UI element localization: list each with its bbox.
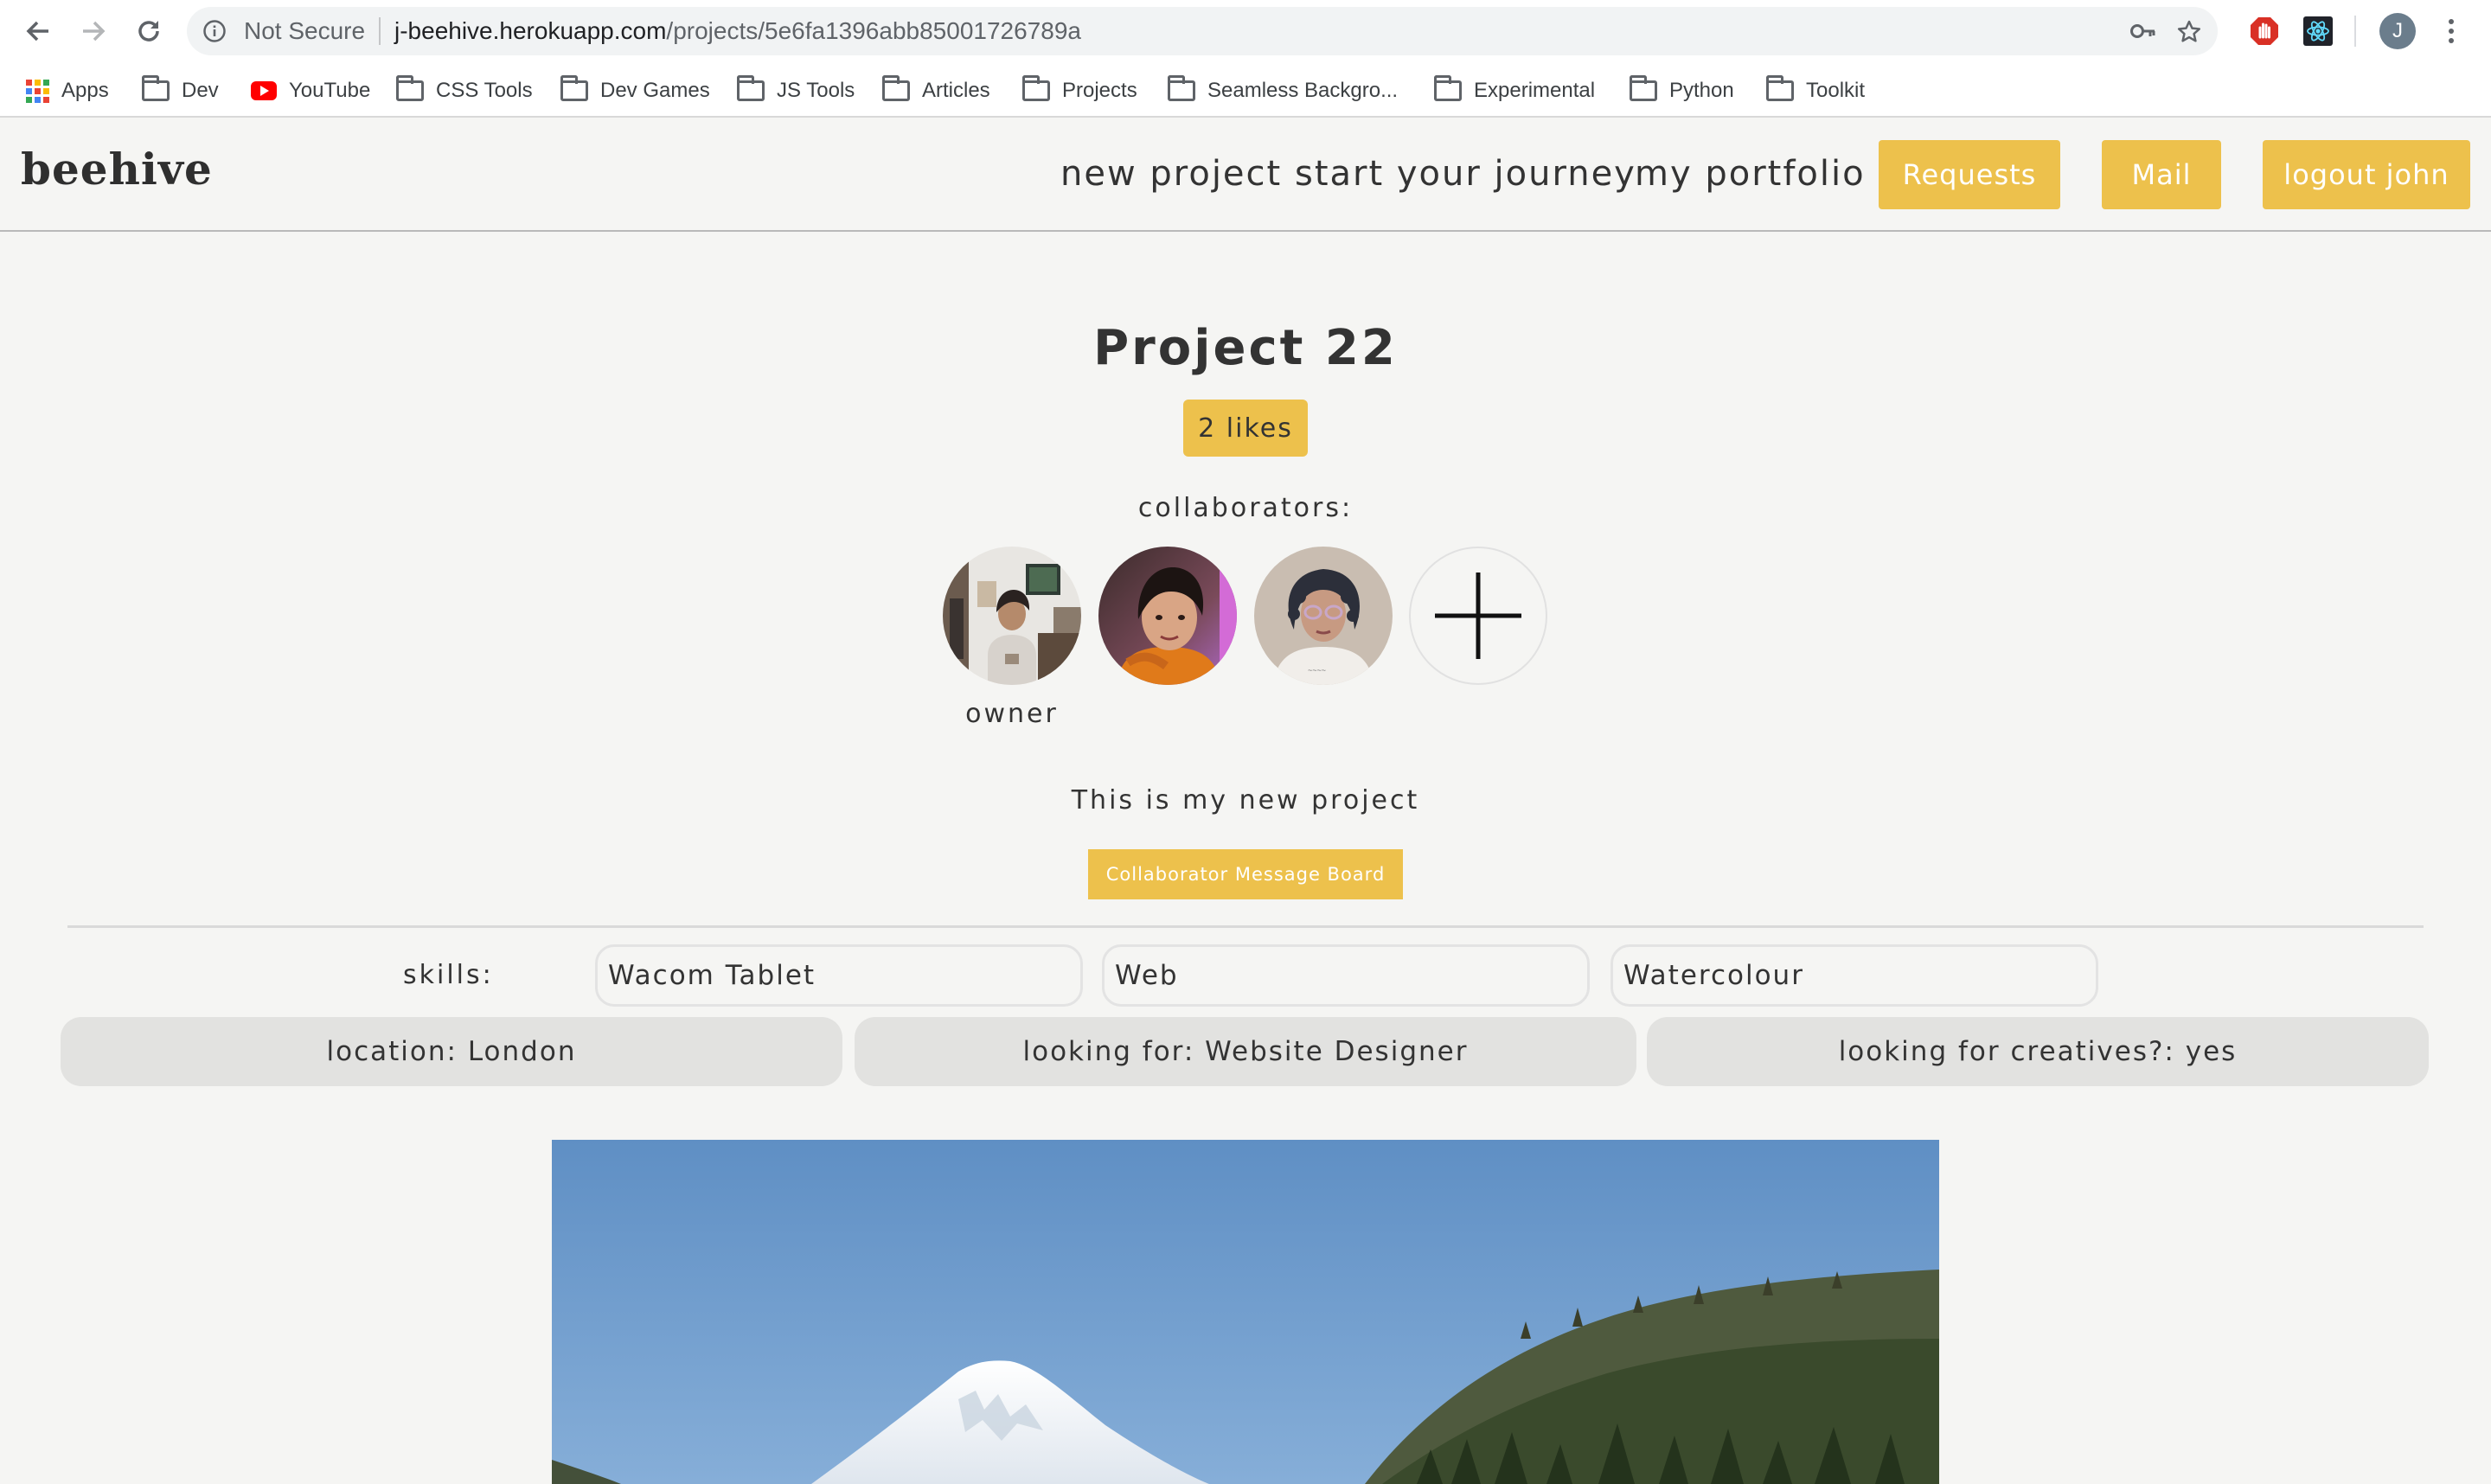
bookmark-label: JS Tools	[777, 79, 855, 102]
collaborator-photo	[1098, 547, 1237, 685]
adblock-extension[interactable]	[2247, 14, 2282, 48]
bookmark-apps[interactable]: Apps	[26, 76, 109, 106]
mountain-photo	[552, 1140, 1939, 1484]
info-icon[interactable]	[202, 19, 227, 43]
apps-grid-icon	[26, 79, 49, 103]
profile-avatar[interactable]: J	[2379, 13, 2416, 49]
toolbar-divider	[2354, 16, 2356, 47]
site-header: beehive new project start your journey m…	[0, 119, 2491, 232]
location-pill: location: London	[61, 1017, 842, 1086]
url-path: /projects/5e6fa1396abb85001726789a	[666, 17, 1081, 44]
url-text[interactable]: j-beehive.herokuapp.com/projects/5e6fa13…	[394, 19, 1081, 43]
bookmark-label: Python	[1669, 79, 1734, 102]
project-page: Project 22 2 likes collaborators: ~~~~ o…	[0, 233, 2491, 1484]
key-icon[interactable]	[2129, 19, 2157, 43]
bookmark-dev-games[interactable]: Dev Games	[560, 75, 710, 106]
skill-tag: Watercolour	[1611, 944, 2098, 1007]
add-collaborator-button[interactable]	[1409, 547, 1547, 685]
bookmark-projects[interactable]: Projects	[1022, 75, 1137, 106]
bookmark-label: Experimental	[1474, 79, 1596, 102]
folder-icon	[1434, 75, 1462, 101]
project-image	[552, 1140, 1939, 1484]
nav-my-portfolio[interactable]: my portfolio	[1635, 154, 1866, 194]
requests-button[interactable]: Requests	[1879, 140, 2060, 209]
reload-icon	[138, 21, 159, 42]
react-atom-icon	[2303, 16, 2333, 46]
collaborator-photo: ~~~~	[1254, 547, 1393, 685]
folder-icon	[737, 75, 765, 101]
url-host: j-beehive.herokuapp.com	[394, 17, 667, 44]
nav-start-your-journey[interactable]: start your journey	[1295, 154, 1636, 194]
looking-for-creatives-pill: looking for creatives?: yes	[1647, 1017, 2429, 1086]
message-board-button[interactable]: Collaborator Message Board	[1088, 849, 1403, 899]
project-description: This is my new project	[1071, 785, 1420, 816]
folder-icon	[396, 75, 424, 101]
folder-icon	[1022, 75, 1050, 101]
back-button[interactable]	[21, 14, 55, 48]
plus-icon	[1435, 572, 1521, 659]
collaborator-avatar-owner[interactable]	[943, 547, 1081, 685]
bookmark-js-tools[interactable]: JS Tools	[737, 75, 855, 106]
bookmark-articles[interactable]: Articles	[882, 75, 990, 106]
likes-button[interactable]: 2 likes	[1183, 400, 1308, 457]
bookmark-label: Dev	[182, 79, 219, 102]
skills-label: skills:	[403, 960, 494, 990]
bookmark-label: Toolkit	[1806, 79, 1866, 102]
project-title: Project 22	[1093, 320, 1398, 376]
bookmark-python[interactable]: Python	[1630, 75, 1734, 106]
folder-icon	[1168, 75, 1195, 101]
bookmark-label: CSS Tools	[436, 79, 533, 102]
svg-text:~~~~: ~~~~	[1308, 666, 1326, 675]
forward-button[interactable]	[76, 14, 111, 48]
collaborator-avatar-3[interactable]: ~~~~	[1254, 547, 1393, 685]
bookmark-label: Apps	[61, 79, 109, 102]
bookmark-seamless-backgrounds[interactable]: Seamless Backgro...	[1168, 75, 1399, 106]
forward-arrow-icon	[83, 21, 106, 42]
owner-photo	[943, 547, 1081, 685]
youtube-icon	[251, 81, 277, 100]
react-devtools-extension[interactable]	[2301, 14, 2335, 48]
address-bar[interactable]: Not Secure j-beehive.herokuapp.com/proje…	[187, 7, 2218, 55]
omnibox-divider	[379, 17, 381, 45]
folder-icon	[1630, 75, 1657, 101]
folder-icon	[1766, 75, 1794, 101]
bookmark-experimental[interactable]: Experimental	[1434, 75, 1596, 106]
looking-for-pill: looking for: Website Designer	[855, 1017, 1636, 1086]
bookmark-youtube[interactable]: YouTube	[251, 76, 370, 106]
bookmark-label: Seamless Backgro...	[1207, 79, 1399, 102]
section-divider	[67, 925, 2424, 928]
skill-tag: Wacom Tablet	[595, 944, 1083, 1007]
bookmark-label: YouTube	[289, 79, 371, 102]
bookmark-css-tools[interactable]: CSS Tools	[396, 75, 533, 106]
browser-menu-button[interactable]	[2441, 16, 2462, 47]
adblock-hand-icon	[2251, 17, 2278, 45]
nav-new-project[interactable]: new project	[1060, 154, 1282, 194]
folder-icon	[882, 75, 910, 101]
bookmark-toolkit[interactable]: Toolkit	[1766, 75, 1866, 106]
bookmark-dev[interactable]: Dev	[142, 75, 219, 106]
folder-icon	[560, 75, 588, 101]
bookmark-label: Articles	[922, 79, 990, 102]
owner-label: owner	[965, 699, 1059, 729]
collaborators-label: collaborators:	[1137, 493, 1354, 523]
reload-button[interactable]	[131, 14, 166, 48]
bookmark-label: Projects	[1062, 79, 1137, 102]
folder-icon	[142, 75, 170, 101]
skill-tag: Web	[1102, 944, 1590, 1007]
bookmarks-bar: Apps Dev YouTube CSS Tools Dev Games JS …	[0, 62, 2491, 118]
bookmark-star-icon[interactable]	[2176, 19, 2202, 45]
browser-toolbar: Not Secure j-beehive.herokuapp.com/proje…	[0, 0, 2491, 62]
logout-button[interactable]: logout john	[2263, 140, 2470, 209]
back-arrow-icon	[26, 21, 48, 42]
security-label: Not Secure	[244, 17, 366, 44]
collaborator-avatar-2[interactable]	[1098, 547, 1237, 685]
site-logo[interactable]: beehive	[21, 144, 213, 195]
bookmark-label: Dev Games	[600, 79, 710, 102]
mail-button[interactable]: Mail	[2102, 140, 2221, 209]
